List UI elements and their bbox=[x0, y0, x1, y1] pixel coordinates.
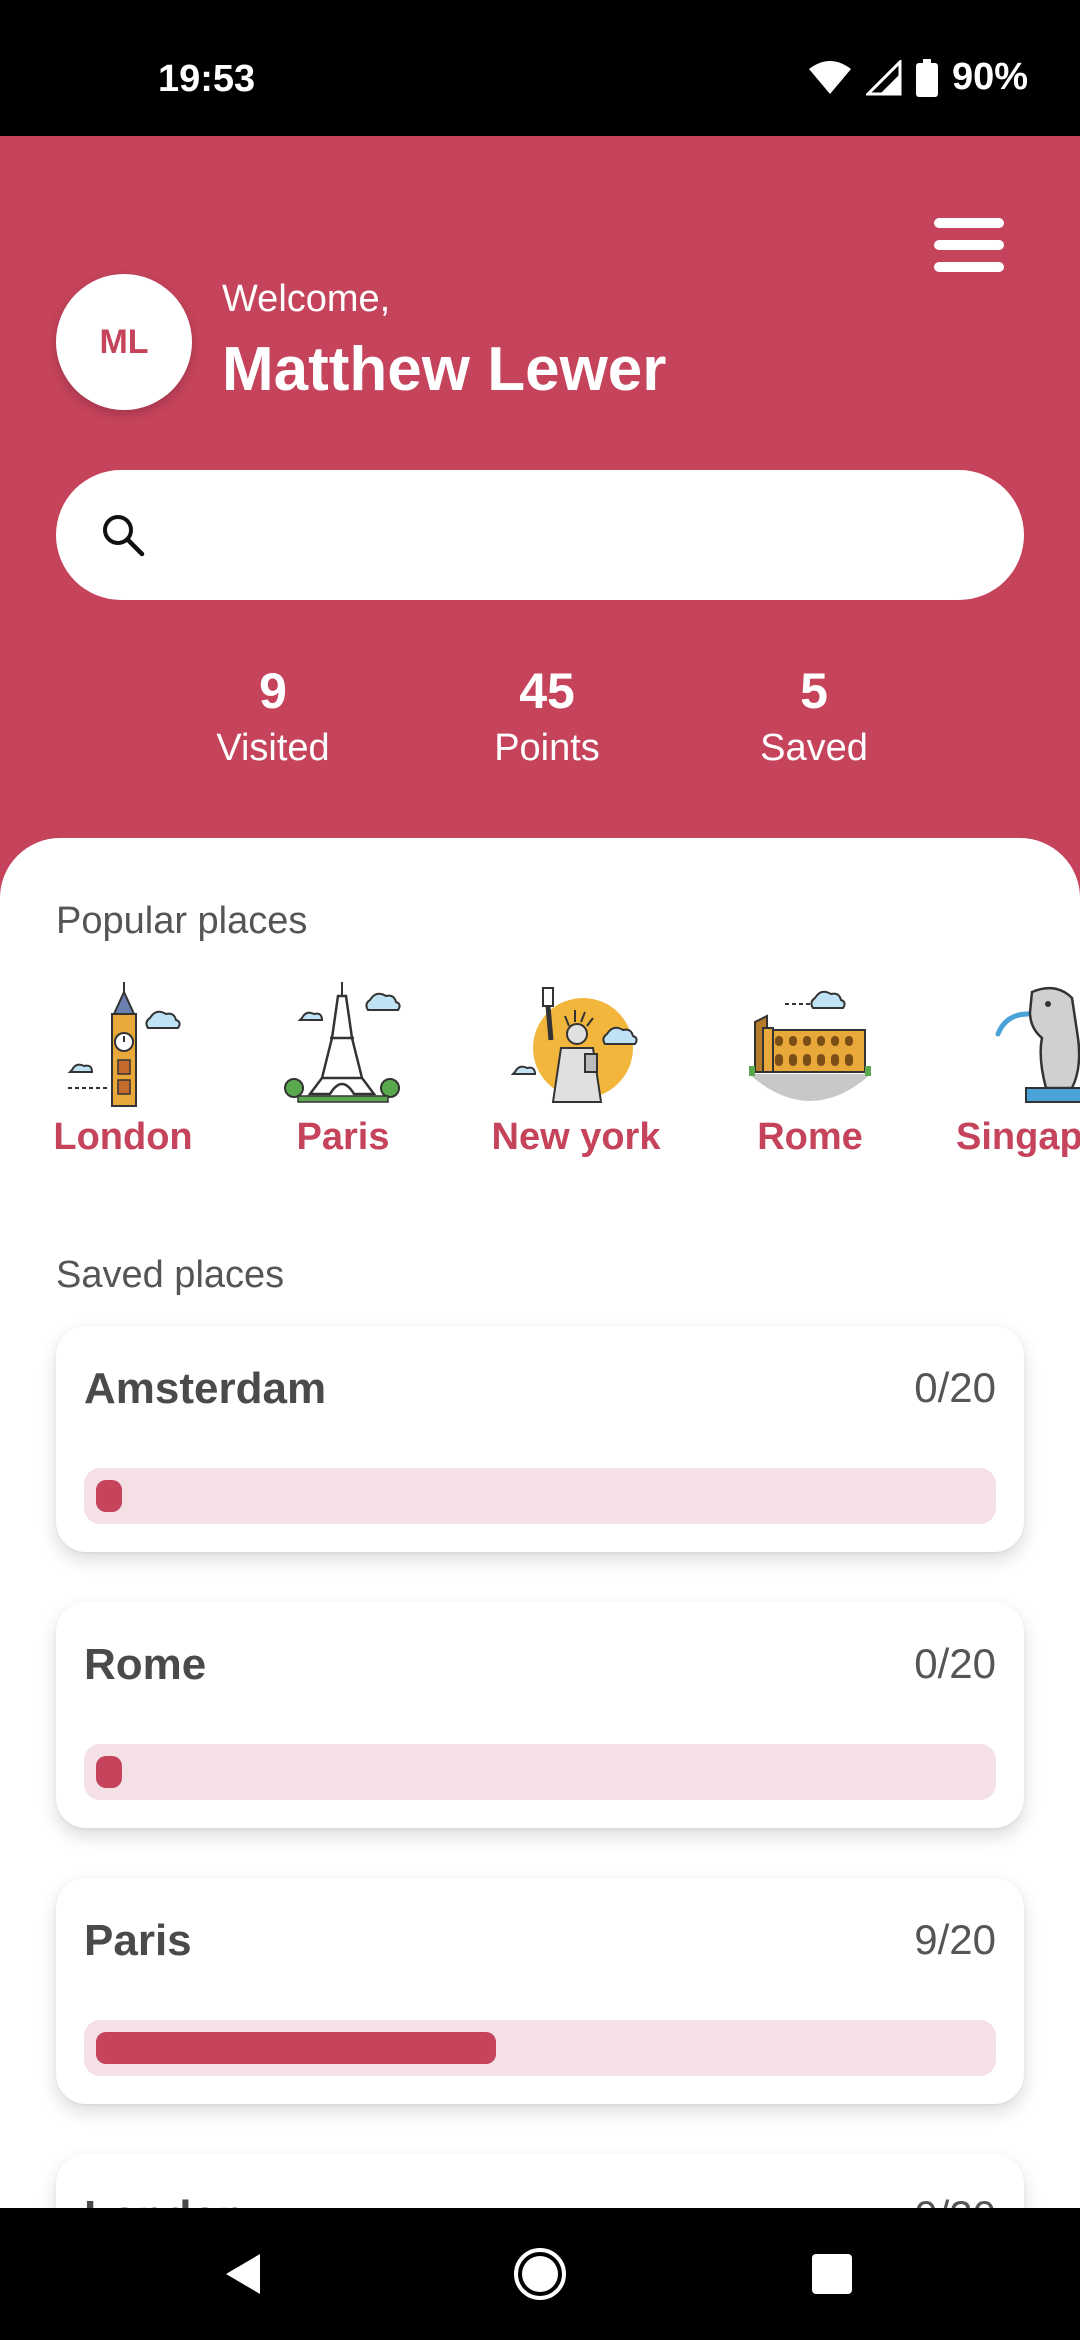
popular-place-rome[interactable]: Rome bbox=[710, 978, 910, 1178]
system-navigation-bar bbox=[0, 2208, 1080, 2340]
user-name: Matthew Lewer bbox=[222, 335, 667, 404]
saved-place-name: Paris bbox=[84, 1916, 192, 1965]
stat-visited: 9 Visited bbox=[153, 664, 393, 770]
status-bar: 19:53 90% bbox=[0, 0, 1080, 136]
progress-bar bbox=[84, 1744, 996, 1800]
eiffel-tower-icon bbox=[284, 982, 401, 1103]
stat-visited-label: Visited bbox=[216, 727, 330, 769]
progress-bar bbox=[84, 2020, 996, 2076]
status-icons: 90% bbox=[808, 56, 1028, 99]
saved-place-count: 9/20 bbox=[914, 1916, 996, 1963]
search-bar[interactable] bbox=[56, 470, 1024, 600]
saved-place-name: Amsterdam bbox=[84, 1364, 327, 1413]
popular-place-label: Singapore bbox=[956, 1116, 1080, 1158]
signal-icon bbox=[865, 59, 902, 95]
welcome-label: Welcome, bbox=[222, 278, 391, 320]
home-button[interactable] bbox=[500, 2234, 580, 2314]
stat-points-value: 45 bbox=[519, 663, 575, 719]
profile-header: ML Welcome, Matthew Lewer 9 Visited 45 P… bbox=[0, 136, 1080, 896]
saved-place-name: London bbox=[84, 2192, 245, 2208]
avatar-initials: ML bbox=[99, 322, 149, 361]
popular-place-singapore[interactable]: Singapore bbox=[956, 978, 1080, 1178]
content-sheet[interactable]: Popular places London Paris New york Rom… bbox=[0, 838, 1080, 2208]
popular-place-label: London bbox=[53, 1116, 193, 1158]
search-icon bbox=[103, 515, 145, 557]
back-icon bbox=[226, 2254, 260, 2294]
merlion-icon bbox=[995, 986, 1080, 1103]
saved-place-name: Rome bbox=[84, 1640, 207, 1689]
progress-fill bbox=[96, 2032, 496, 2064]
app-screen: 19:53 90% ML Welcome, Matthew Lewer 9 Vi… bbox=[0, 0, 1080, 2340]
statue-of-liberty-icon bbox=[511, 987, 638, 1103]
recents-button[interactable] bbox=[792, 2234, 872, 2314]
popular-place-label: Rome bbox=[757, 1116, 863, 1158]
progress-fill bbox=[96, 1480, 122, 1512]
popular-places-title: Popular places bbox=[56, 900, 308, 942]
saved-place-count: 0/20 bbox=[914, 1364, 996, 1411]
stat-visited-value: 9 bbox=[259, 663, 287, 719]
stat-saved-label: Saved bbox=[760, 727, 868, 769]
popular-place-new-york[interactable]: New york bbox=[476, 978, 676, 1178]
recents-icon bbox=[812, 2254, 852, 2294]
popular-place-label: Paris bbox=[296, 1116, 390, 1158]
saved-place-card-london[interactable]: London 0/20 bbox=[56, 2154, 1024, 2208]
battery-icon bbox=[915, 58, 938, 97]
saved-places-title: Saved places bbox=[56, 1254, 285, 1296]
back-button[interactable] bbox=[204, 2234, 284, 2314]
stat-points-label: Points bbox=[494, 727, 600, 769]
home-icon bbox=[514, 2248, 566, 2300]
stat-points: 45 Points bbox=[427, 664, 667, 770]
popular-place-label: New york bbox=[491, 1116, 661, 1158]
colosseum-icon bbox=[749, 990, 871, 1101]
popular-places-list[interactable]: London Paris New york Rome Singap bbox=[0, 978, 1080, 1178]
status-time: 19:53 bbox=[158, 58, 256, 100]
saved-place-card-rome[interactable]: Rome 0/20 bbox=[56, 1602, 1024, 1828]
wifi-icon bbox=[808, 60, 851, 94]
menu-button[interactable] bbox=[930, 218, 1006, 278]
saved-place-count: 0/20 bbox=[914, 1640, 996, 1687]
progress-fill bbox=[96, 1756, 122, 1788]
progress-bar bbox=[84, 1468, 996, 1524]
stat-saved: 5 Saved bbox=[694, 664, 934, 770]
stat-saved-value: 5 bbox=[800, 663, 828, 719]
popular-place-paris[interactable]: Paris bbox=[243, 978, 443, 1178]
popular-place-london[interactable]: London bbox=[23, 978, 223, 1178]
big-ben-icon bbox=[67, 982, 181, 1107]
avatar[interactable]: ML bbox=[56, 274, 192, 410]
search-input[interactable] bbox=[174, 513, 994, 557]
saved-place-count: 0/20 bbox=[914, 2192, 996, 2208]
stats-row: 9 Visited 45 Points 5 Saved bbox=[0, 664, 1080, 784]
saved-place-card-paris[interactable]: Paris 9/20 bbox=[56, 1878, 1024, 2104]
battery-percentage: 90% bbox=[951, 56, 1028, 98]
saved-place-card-amsterdam[interactable]: Amsterdam 0/20 bbox=[56, 1326, 1024, 1552]
